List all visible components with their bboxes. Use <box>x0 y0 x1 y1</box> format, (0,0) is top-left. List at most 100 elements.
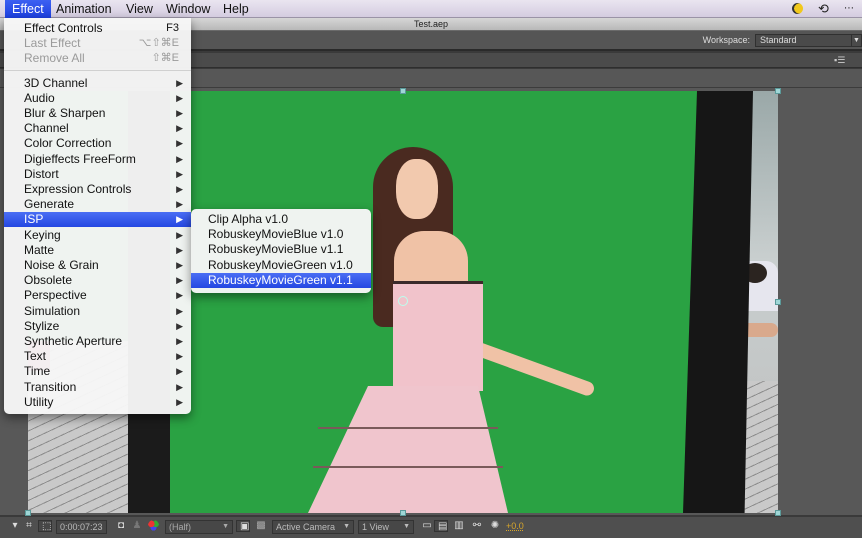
submenu-arrow-icon: ▶ <box>176 396 183 407</box>
time-machine-icon[interactable]: ⟲ <box>818 1 829 17</box>
menu-item-category[interactable]: Color Correction ▶ <box>4 136 191 151</box>
menu-item-label: Stylize <box>24 318 60 333</box>
submenu-arrow-icon: ▶ <box>176 183 183 194</box>
channels-icon[interactable] <box>146 520 160 532</box>
timeline-icon[interactable]: ▥ <box>452 520 466 532</box>
transparency-grid-icon[interactable]: ▩ <box>254 520 268 532</box>
menu-item-effect-controls[interactable]: Effect Controls F3 <box>4 21 191 36</box>
submenu-arrow-icon: ▶ <box>176 259 183 270</box>
layer-handle-top-right[interactable] <box>775 88 781 94</box>
effect-menu: Effect Controls F3 Last Effect ⌥⇧⌘E Remo… <box>4 18 191 414</box>
face <box>396 159 438 219</box>
menu-view[interactable]: View <box>119 0 160 18</box>
region-of-interest-icon[interactable]: ▣ <box>236 520 250 532</box>
snapshot-icon[interactable]: ◘ <box>114 520 128 532</box>
toggle-pixel-aspect-icon[interactable]: ▭ <box>420 520 434 532</box>
menu-animation[interactable]: Animation <box>49 0 119 18</box>
menu-item-label: Digieffects FreeForm <box>24 151 136 166</box>
menu-item-remove-all: Remove All ⇧⌘E <box>4 51 191 66</box>
menu-help[interactable]: Help <box>216 0 256 18</box>
menu-item-label: Obsolete <box>24 273 73 288</box>
view-layout-value: 1 View <box>362 522 389 532</box>
submenu-item-robuskey-green-11[interactable]: RobuskeyMovieGreen v1.1 <box>191 272 371 288</box>
menu-item-label: Channel <box>24 121 69 136</box>
title-action-safe-icon[interactable]: ⌗ <box>22 520 36 532</box>
resolution-select[interactable]: (Half) ▼ <box>165 520 233 534</box>
shortcut-label: ⇧⌘E <box>151 52 179 64</box>
reset-exposure-icon[interactable]: ✺ <box>488 520 502 532</box>
menu-item-category[interactable]: Expression Controls ▶ <box>4 182 191 197</box>
menu-item-category[interactable]: Perspective ▶ <box>4 288 191 303</box>
layer-handle-right[interactable] <box>775 299 781 305</box>
camera-select[interactable]: Active Camera ▼ <box>272 520 354 534</box>
menu-item-label: Distort <box>24 166 59 181</box>
menu-item-label: Audio <box>24 90 55 105</box>
menu-item-category[interactable]: Text ▶ <box>4 349 191 364</box>
isp-submenu: Clip Alpha v1.0 RobuskeyMovieBlue v1.0 R… <box>191 209 371 293</box>
menu-item-category[interactable]: Channel ▶ <box>4 121 191 136</box>
menu-item-label: Generate <box>24 197 75 212</box>
menu-item-category[interactable]: Transition ▶ <box>4 380 191 395</box>
submenu-item-robuskey-green-10[interactable]: RobuskeyMovieGreen v1.0 <box>191 258 371 273</box>
submenu-item-robuskey-blue-11[interactable]: RobuskeyMovieBlue v1.1 <box>191 242 371 257</box>
chevron-down-icon: ▼ <box>343 523 350 530</box>
submenu-arrow-icon: ▶ <box>176 335 183 346</box>
menu-item-category[interactable]: Distort ▶ <box>4 167 191 182</box>
menu-item-category[interactable]: 3D Channel ▶ <box>4 76 191 91</box>
flowchart-icon[interactable]: ⚯ <box>470 520 484 532</box>
menu-item-category[interactable]: Blur & Sharpen ▶ <box>4 106 191 121</box>
submenu-item-robuskey-blue-10[interactable]: RobuskeyMovieBlue v1.0 <box>191 227 371 242</box>
workspace-select[interactable]: Standard ▼ <box>755 34 862 47</box>
mask-visibility-icon[interactable]: ⬚ <box>38 520 52 532</box>
menu-item-category[interactable]: Simulation ▶ <box>4 304 191 319</box>
menu-item-label: Color Correction <box>24 136 112 151</box>
menu-item-category[interactable]: Generate ▶ <box>4 197 191 212</box>
dress-skirt <box>308 386 508 513</box>
menu-item-category[interactable]: Digieffects FreeForm ▶ <box>4 152 191 167</box>
menu-window[interactable]: Window <box>159 0 217 18</box>
panel-menu-icon[interactable]: ▪☰ <box>834 55 845 66</box>
menu-effect[interactable]: Effect <box>5 0 51 18</box>
menu-item-category[interactable]: Synthetic Aperture ▶ <box>4 334 191 349</box>
menu-item-category[interactable]: Audio ▶ <box>4 91 191 106</box>
menu-item-label: 3D Channel <box>24 75 88 90</box>
anchor-point-icon[interactable] <box>398 296 408 306</box>
magnification-dropdown-icon[interactable]: ▾ <box>8 520 22 532</box>
black-flag-right <box>683 91 753 513</box>
menu-item-category[interactable]: Stylize ▶ <box>4 319 191 334</box>
menu-item-label: RobuskeyMovieBlue v1.0 <box>208 227 344 242</box>
menu-item-category[interactable]: Matte ▶ <box>4 243 191 258</box>
menu-item-category[interactable]: Keying ▶ <box>4 228 191 243</box>
submenu-arrow-icon: ▶ <box>176 381 183 392</box>
view-layout-select[interactable]: 1 View ▼ <box>358 520 414 534</box>
menu-item-category[interactable]: Noise & Grain ▶ <box>4 258 191 273</box>
submenu-arrow-icon: ▶ <box>176 153 183 164</box>
menu-item-label: Keying <box>24 227 61 242</box>
menu-item-category-isp[interactable]: ISP ▶ <box>4 212 191 228</box>
submenu-item-clip-alpha[interactable]: Clip Alpha v1.0 <box>191 212 371 227</box>
menu-item-label: Time <box>24 364 51 379</box>
exposure-value[interactable]: +0.0 <box>506 520 524 534</box>
menu-bar: Effect Animation View Window Help ⟲ ⋯ <box>0 0 862 18</box>
submenu-arrow-icon: ▶ <box>176 214 183 225</box>
menu-item-label: Expression Controls <box>24 181 132 196</box>
menu-item-last-effect: Last Effect ⌥⇧⌘E <box>4 36 191 51</box>
menu-item-label: Perspective <box>24 288 87 303</box>
menu-item-label: Synthetic Aperture <box>24 333 123 348</box>
menu-item-category[interactable]: Utility ▶ <box>4 395 191 410</box>
submenu-arrow-icon: ▶ <box>176 305 183 316</box>
show-snapshot-icon[interactable]: ♟ <box>130 520 144 532</box>
layer-handle-top[interactable] <box>400 88 406 94</box>
menu-item-category[interactable]: Obsolete ▶ <box>4 273 191 288</box>
submenu-arrow-icon: ▶ <box>176 351 183 362</box>
chevron-down-icon: ▼ <box>403 523 410 530</box>
moon-icon[interactable] <box>792 1 803 17</box>
menu-item-category[interactable]: Time ▶ <box>4 364 191 379</box>
submenu-arrow-icon: ▶ <box>176 92 183 103</box>
more-icon[interactable]: ⋯ <box>844 1 854 17</box>
timecode-field[interactable]: 0:00:07:23 <box>56 520 107 534</box>
submenu-arrow-icon: ▶ <box>176 366 183 377</box>
menu-item-label: Blur & Sharpen <box>24 105 106 120</box>
fast-previews-icon[interactable]: ▤ <box>434 520 448 532</box>
workspace-label: Workspace: <box>702 35 750 45</box>
